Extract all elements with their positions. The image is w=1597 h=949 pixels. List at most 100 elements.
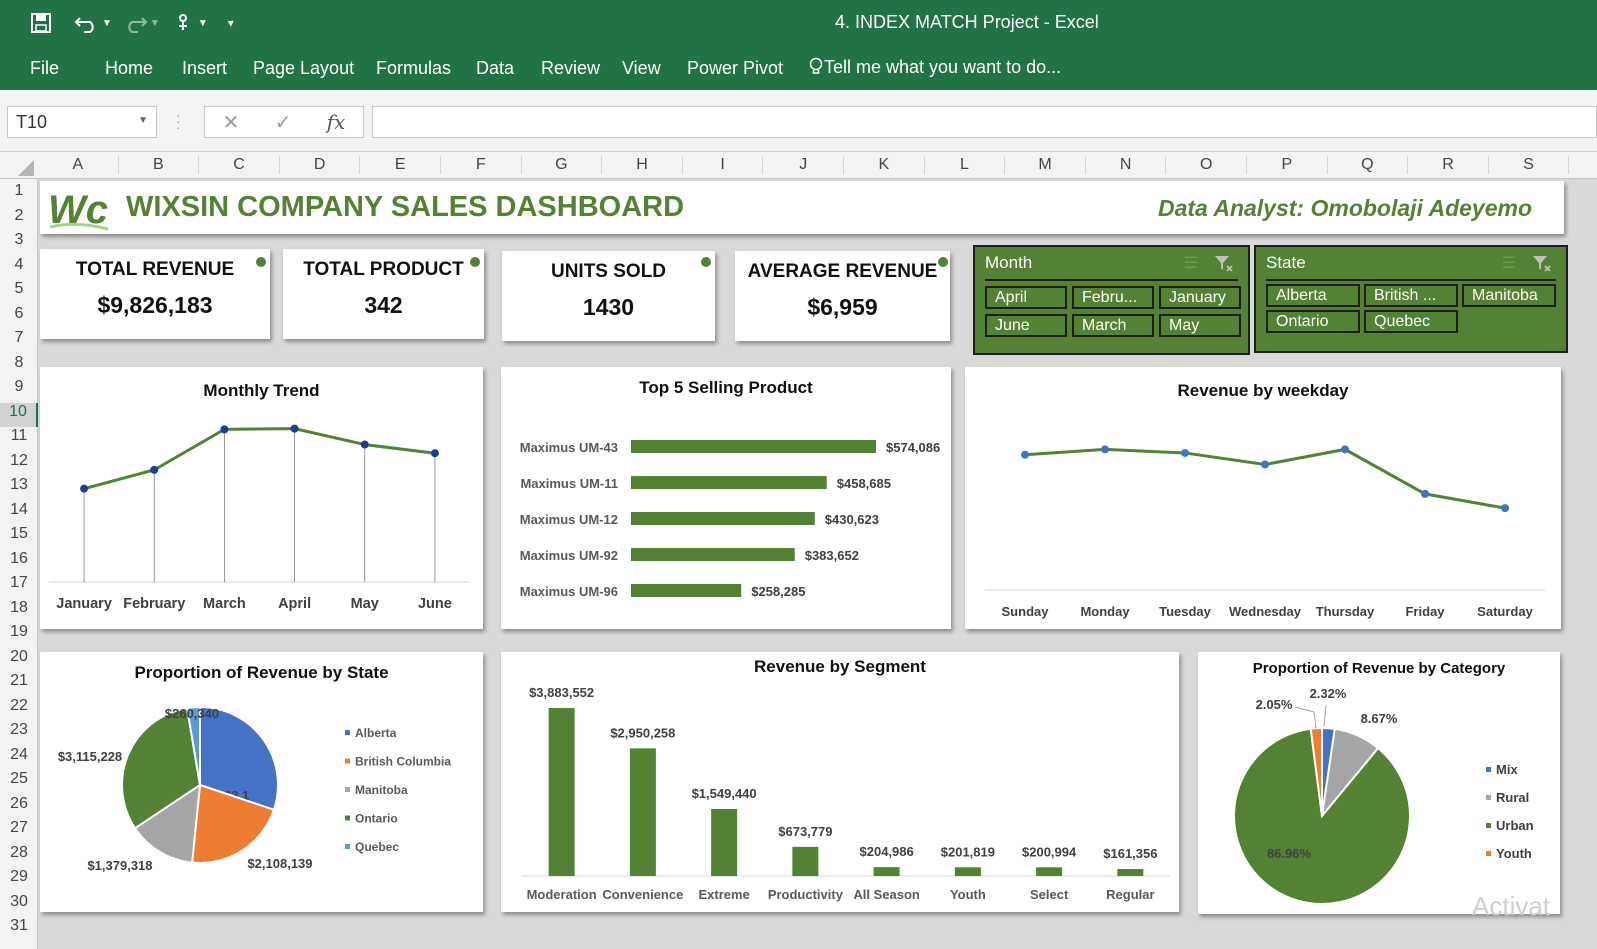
row-header-23[interactable]: 23 — [0, 721, 38, 746]
row-header-15[interactable]: 15 — [0, 525, 38, 550]
column-header-K[interactable]: K — [844, 156, 925, 174]
column-header-L[interactable]: L — [925, 156, 1006, 174]
tab-page-layout[interactable]: Page Layout — [253, 58, 354, 79]
kpi-title: TOTAL PRODUCT — [303, 259, 464, 280]
row-header-9[interactable]: 9 — [0, 378, 38, 403]
save-icon[interactable] — [30, 12, 52, 34]
row-header-1[interactable]: 1 — [0, 182, 38, 207]
slicer-item[interactable]: June — [985, 314, 1067, 337]
row-header-2[interactable]: 2 — [0, 207, 38, 232]
slicer-item[interactable]: Febru... — [1072, 286, 1154, 309]
column-header-S[interactable]: S — [1489, 156, 1570, 174]
column-header-O[interactable]: O — [1166, 156, 1247, 174]
row-header-6[interactable]: 6 — [0, 305, 38, 330]
slicer-item[interactable]: March — [1072, 314, 1154, 337]
name-box[interactable]: T10 ▼ — [7, 106, 157, 138]
row-header-20[interactable]: 20 — [0, 648, 38, 673]
row-header-10[interactable]: 10 — [0, 402, 38, 427]
column-header-E[interactable]: E — [360, 156, 441, 174]
worksheet[interactable]: Wc WIXSIN COMPANY SALES DASHBOARD Data A… — [38, 179, 1597, 949]
row-header-27[interactable]: 27 — [0, 819, 38, 844]
redo-icon[interactable] — [122, 12, 148, 34]
slicer-item[interactable]: Ontario — [1266, 310, 1360, 333]
tab-formulas[interactable]: Formulas — [376, 58, 451, 79]
slicer-item[interactable]: Alberta — [1266, 284, 1360, 307]
clear-filter-icon[interactable] — [1214, 255, 1234, 273]
tab-insert[interactable]: Insert — [182, 58, 227, 79]
column-header-R[interactable]: R — [1408, 156, 1489, 174]
row-header-3[interactable]: 3 — [0, 231, 38, 256]
row-header-5[interactable]: 5 — [0, 280, 38, 305]
tab-file[interactable]: File — [30, 58, 59, 79]
row-header-31[interactable]: 31 — [0, 917, 38, 942]
tell-me-box[interactable]: Tell me what you want to do... — [808, 57, 1061, 79]
row-header-14[interactable]: 14 — [0, 501, 38, 526]
multi-select-icon[interactable]: ☰ — [1184, 253, 1198, 273]
row-header-8[interactable]: 8 — [0, 354, 38, 379]
slicer-item[interactable]: Quebec — [1364, 310, 1458, 333]
cancel-formula-icon[interactable]: ✕ — [223, 110, 240, 135]
row-header-24[interactable]: 24 — [0, 746, 38, 771]
row-header-19[interactable]: 19 — [0, 623, 38, 648]
tab-view[interactable]: View — [622, 58, 661, 79]
tab-review[interactable]: Review — [541, 58, 600, 79]
row-header-13[interactable]: 13 — [0, 476, 38, 501]
column-header-I[interactable]: I — [683, 156, 764, 174]
customize-qat-icon[interactable]: ▾ — [228, 16, 234, 30]
tab-power-pivot[interactable]: Power Pivot — [687, 58, 783, 79]
revenue-by-segment-chart[interactable]: Revenue by Segment $3,883,552 Moderation $… — [501, 652, 1179, 912]
slicer-item[interactable]: April — [985, 286, 1067, 309]
touch-mode-icon[interactable] — [174, 12, 194, 34]
row-header-17[interactable]: 17 — [0, 574, 38, 599]
revenue-by-state-chart[interactable]: Proportion of Revenue by State $2,963,15… — [40, 652, 483, 912]
select-all-corner[interactable] — [0, 152, 38, 179]
column-header-G[interactable]: G — [522, 156, 603, 174]
insert-function-button[interactable]: fx — [327, 110, 346, 134]
row-header-30[interactable]: 30 — [0, 893, 38, 918]
undo-dropdown-icon[interactable]: ▼ — [102, 18, 112, 29]
row-header-25[interactable]: 25 — [0, 770, 38, 795]
slicer-item[interactable]: May — [1159, 314, 1241, 337]
row-header-16[interactable]: 16 — [0, 550, 38, 575]
column-header-N[interactable]: N — [1086, 156, 1167, 174]
clear-filter-icon[interactable] — [1532, 255, 1552, 273]
row-header-29[interactable]: 29 — [0, 868, 38, 893]
slicer-item[interactable]: Manitoba — [1462, 284, 1556, 307]
tab-data[interactable]: Data — [476, 58, 514, 79]
row-header-4[interactable]: 4 — [0, 256, 38, 281]
formula-input[interactable] — [372, 106, 1597, 138]
row-header-21[interactable]: 21 — [0, 672, 38, 697]
tab-home[interactable]: Home — [105, 58, 153, 79]
column-header-B[interactable]: B — [119, 156, 200, 174]
monthly-trend-chart[interactable]: Monthly Trend January February March April M… — [40, 367, 483, 629]
touch-dropdown-icon[interactable]: ▼ — [198, 18, 208, 29]
row-header-22[interactable]: 22 — [0, 697, 38, 722]
column-header-F[interactable]: F — [441, 156, 522, 174]
column-header-J[interactable]: J — [763, 156, 844, 174]
column-header-A[interactable]: A — [38, 156, 119, 174]
row-header-18[interactable]: 18 — [0, 599, 38, 624]
enter-formula-icon[interactable]: ✓ — [275, 110, 292, 135]
row-header-12[interactable]: 12 — [0, 452, 38, 477]
name-box-dropdown-icon[interactable]: ▼ — [138, 115, 148, 126]
slicer-item[interactable]: British ... — [1364, 284, 1458, 307]
row-header-7[interactable]: 7 — [0, 329, 38, 354]
column-header-P[interactable]: P — [1247, 156, 1328, 174]
revenue-by-category-chart[interactable]: Proportion of Revenue by Category 2.32% 8… — [1198, 652, 1560, 914]
slicer-item[interactable]: January — [1159, 286, 1241, 309]
column-header-H[interactable]: H — [602, 156, 683, 174]
column-header-M[interactable]: M — [1005, 156, 1086, 174]
redo-dropdown-icon[interactable]: ▼ — [150, 18, 160, 29]
revenue-by-weekday-chart[interactable]: Revenue by weekday Sunday Monday Tuesday We… — [965, 367, 1561, 629]
row-header-26[interactable]: 26 — [0, 795, 38, 820]
column-header-C[interactable]: C — [199, 156, 280, 174]
row-header-11[interactable]: 11 — [0, 427, 38, 452]
column-header-Q[interactable]: Q — [1328, 156, 1409, 174]
column-header-D[interactable]: D — [280, 156, 361, 174]
top-products-chart[interactable]: Top 5 Selling Product Maximus UM-43 $574,… — [501, 367, 951, 629]
multi-select-icon[interactable]: ☰ — [1502, 253, 1516, 273]
kpi-title: UNITS SOLD — [550, 261, 667, 282]
undo-icon[interactable] — [74, 12, 100, 34]
kpi-card-total-product: TOTAL PRODUCT 342 — [283, 249, 484, 339]
row-header-28[interactable]: 28 — [0, 844, 38, 869]
